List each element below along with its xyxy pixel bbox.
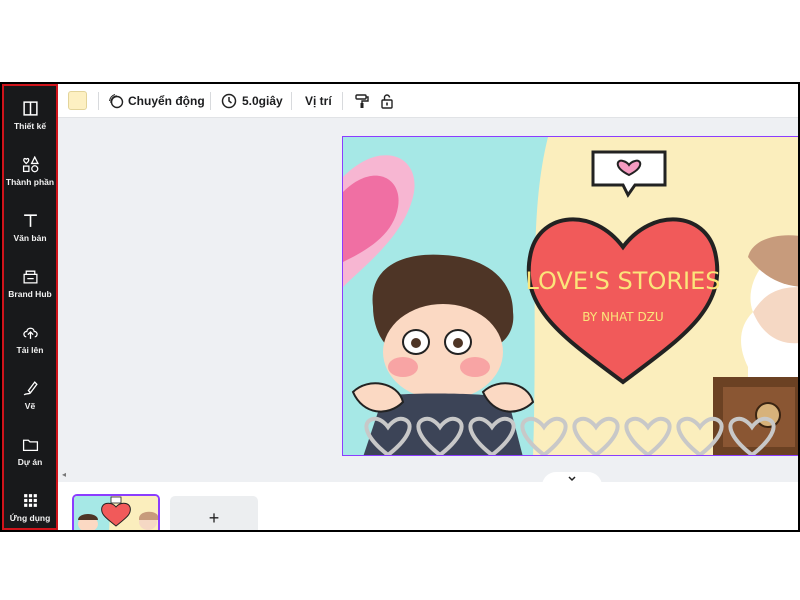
- sidebar: Thiết kế Thành phần Văn bản Brand Hub Tả…: [2, 84, 58, 530]
- sidebar-item-label: Ứng dụng: [9, 513, 51, 523]
- duration-label: 5.0giây: [242, 94, 283, 108]
- animate-label: Chuyển động: [128, 94, 205, 108]
- sidebar-item-text[interactable]: Văn bản: [4, 204, 56, 254]
- sidebar-item-elements[interactable]: Thành phần: [4, 148, 56, 198]
- position-label: Vị trí: [305, 94, 332, 108]
- add-page-button[interactable]: +: [170, 496, 258, 530]
- sidebar-item-label: Văn bản: [13, 233, 47, 243]
- sidebar-item-label: Thành phần: [5, 177, 55, 187]
- divider: [210, 92, 211, 110]
- sidebar-item-label: Brand Hub: [8, 289, 52, 299]
- sidebar-item-draw[interactable]: Vẽ: [4, 372, 56, 422]
- design-artwork: LOVE'S STORIES BY NHAT DZU: [343, 137, 798, 455]
- paint-roller-icon: [355, 94, 369, 108]
- background-color-swatch[interactable]: [68, 91, 87, 110]
- sidebar-item-label: Dự án: [17, 457, 43, 467]
- position-button[interactable]: Vị trí: [305, 84, 332, 118]
- sidebar-item-upload[interactable]: Tải lên: [4, 316, 56, 366]
- sidebar-item-label: Tải lên: [16, 345, 44, 355]
- toolbar: Chuyển động 5.0giây Vị trí: [58, 84, 798, 118]
- duration-button[interactable]: 5.0giây: [221, 84, 283, 118]
- pages-panel: +: [58, 482, 798, 530]
- editor-window: Thiết kế Thành phần Văn bản Brand Hub Tả…: [0, 82, 800, 532]
- clock-icon: [221, 93, 237, 109]
- divider: [291, 92, 292, 110]
- layout-icon: [22, 101, 38, 116]
- paint-format-button[interactable]: [354, 84, 370, 118]
- draw-icon: [23, 381, 38, 396]
- animate-button[interactable]: Chuyển động: [108, 84, 205, 118]
- text-icon: [23, 214, 37, 227]
- lock-button[interactable]: [379, 84, 395, 118]
- shapes-icon: [22, 156, 39, 173]
- horizontal-scrollbar[interactable]: ◂: [58, 468, 798, 482]
- sidebar-item-label: Vẽ: [24, 401, 36, 411]
- sidebar-item-design[interactable]: Thiết kế: [4, 92, 56, 142]
- divider: [342, 92, 343, 110]
- design-subtitle: BY NHAT DZU: [582, 310, 663, 324]
- page-thumbnail[interactable]: [72, 494, 160, 530]
- brand-hub-icon: [22, 270, 38, 284]
- design-title: LOVE'S STORIES: [526, 267, 721, 295]
- canvas-area: LOVE'S STORIES BY NHAT DZU: [58, 118, 798, 468]
- sidebar-item-apps[interactable]: Ứng dụng: [4, 484, 56, 530]
- sidebar-item-projects[interactable]: Dự án: [4, 428, 56, 478]
- animate-icon: [109, 94, 124, 109]
- upload-icon: [22, 327, 38, 339]
- sidebar-item-brand-hub[interactable]: Brand Hub: [4, 260, 56, 310]
- design-page[interactable]: LOVE'S STORIES BY NHAT DZU: [342, 136, 798, 456]
- sidebar-item-label: Thiết kế: [13, 121, 47, 131]
- divider: [98, 92, 99, 110]
- folder-icon: [22, 439, 38, 451]
- apps-icon: [23, 494, 37, 507]
- scroll-left-icon[interactable]: ◂: [62, 470, 66, 479]
- unlock-icon: [381, 94, 393, 109]
- page-thumbnail-image: [74, 496, 158, 530]
